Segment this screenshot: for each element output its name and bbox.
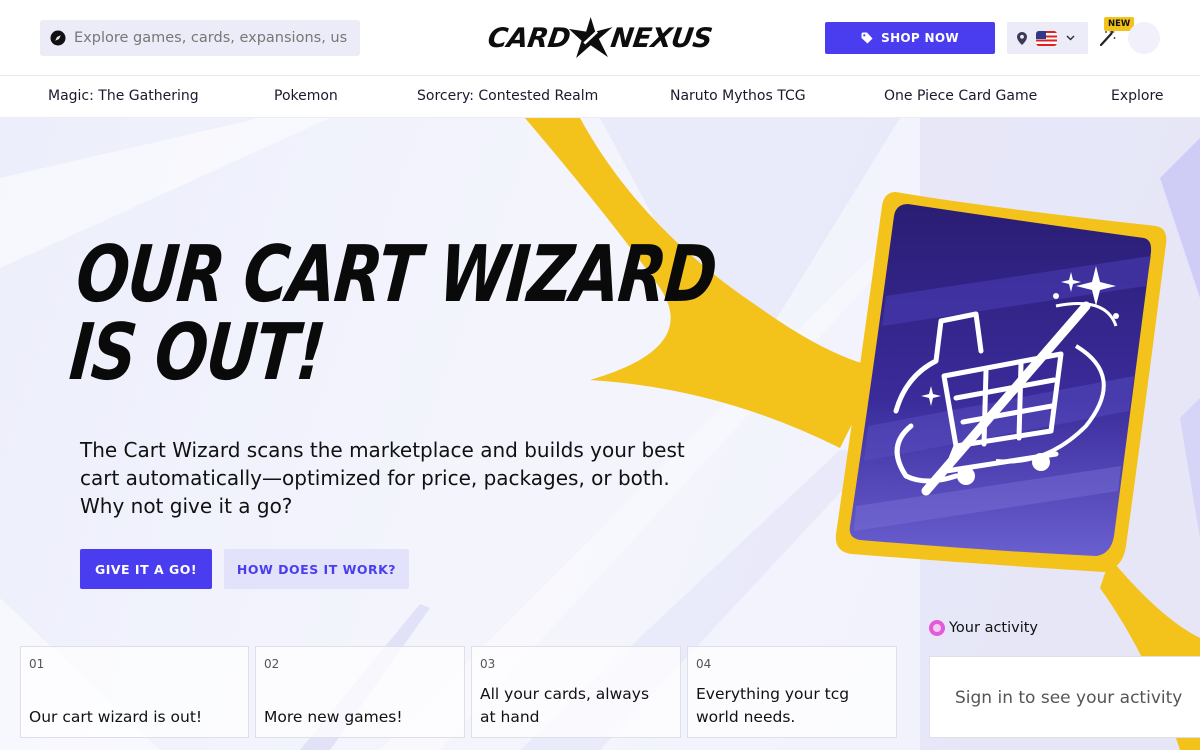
news-tile-number: 04	[696, 657, 712, 671]
news-tile-title: Everything your tcg world needs.	[696, 685, 850, 726]
shop-now-button[interactable]: SHOP NOW	[825, 22, 995, 54]
us-flag-icon	[1036, 30, 1057, 46]
compass-icon	[50, 30, 66, 46]
user-avatar[interactable]	[1128, 22, 1160, 54]
location-pin-icon	[1017, 31, 1027, 45]
nav-item-naruto[interactable]: Naruto Mythos TCG	[670, 88, 806, 104]
activity-panel[interactable]: Sign in to see your activity	[929, 656, 1200, 738]
card-nexus-logo[interactable]: CARD NEXUS	[485, 14, 715, 62]
how-does-it-work-button[interactable]: HOW DOES IT WORK?	[224, 549, 409, 589]
nav-item-one-piece[interactable]: One Piece Card Game	[884, 88, 1037, 104]
news-tile[interactable]: 01 Our cart wizard is out!	[20, 646, 249, 738]
hero-headline-line2: IS OUT!	[66, 308, 328, 398]
logo-word-nexus: NEXUS	[609, 22, 715, 54]
activity-message: Sign in to see your activity	[955, 688, 1183, 708]
hero-banner: OUR CART WIZARD IS OUT! The Cart Wizard …	[0, 118, 1200, 750]
nav-item-pokemon[interactable]: Pokemon	[274, 88, 338, 104]
news-tile[interactable]: 03 All your cards, always at hand	[471, 646, 681, 738]
news-tile-title: All your cards, always at hand	[480, 685, 650, 726]
locale-selector[interactable]	[1007, 22, 1088, 54]
activity-icon	[929, 620, 945, 636]
news-tile[interactable]: 02 More new games!	[255, 646, 465, 738]
search-input[interactable]	[74, 30, 348, 46]
news-tile-title: More new games!	[264, 708, 403, 726]
hero-subtext: The Cart Wizard scans the marketplace an…	[80, 438, 685, 518]
chevron-down-icon	[1066, 35, 1075, 41]
news-tile-number: 01	[29, 657, 45, 671]
logo-word-card: CARD	[485, 22, 573, 54]
logo-star-icon	[568, 17, 613, 59]
activity-heading: Your activity	[929, 620, 1038, 636]
give-it-a-go-button[interactable]: GIVE IT A GO!	[80, 549, 212, 589]
tag-icon	[861, 32, 873, 44]
cart-wizard-card-illustration	[835, 192, 1167, 572]
top-header: CARD NEXUS SHOP NOW NEW	[0, 0, 1200, 76]
news-tile-number: 02	[264, 657, 280, 671]
nav-item-magic[interactable]: Magic: The Gathering	[48, 88, 199, 104]
shop-now-label: SHOP NOW	[881, 31, 959, 45]
game-nav: Magic: The Gathering Pokemon Sorcery: Co…	[0, 77, 1200, 118]
news-tile[interactable]: 04 Everything your tcg world needs.	[687, 646, 897, 738]
search-bar[interactable]	[40, 20, 360, 56]
nav-item-sorcery[interactable]: Sorcery: Contested Realm	[417, 88, 598, 104]
nav-item-explore[interactable]: Explore	[1111, 88, 1164, 104]
hero-headline-line1: OUR CART WIZARD	[72, 230, 720, 320]
news-tile-number: 03	[480, 657, 496, 671]
news-tile-title: Our cart wizard is out!	[29, 708, 203, 726]
activity-label: Your activity	[949, 620, 1039, 636]
hero-headline: OUR CART WIZARD IS OUT!	[66, 230, 720, 398]
